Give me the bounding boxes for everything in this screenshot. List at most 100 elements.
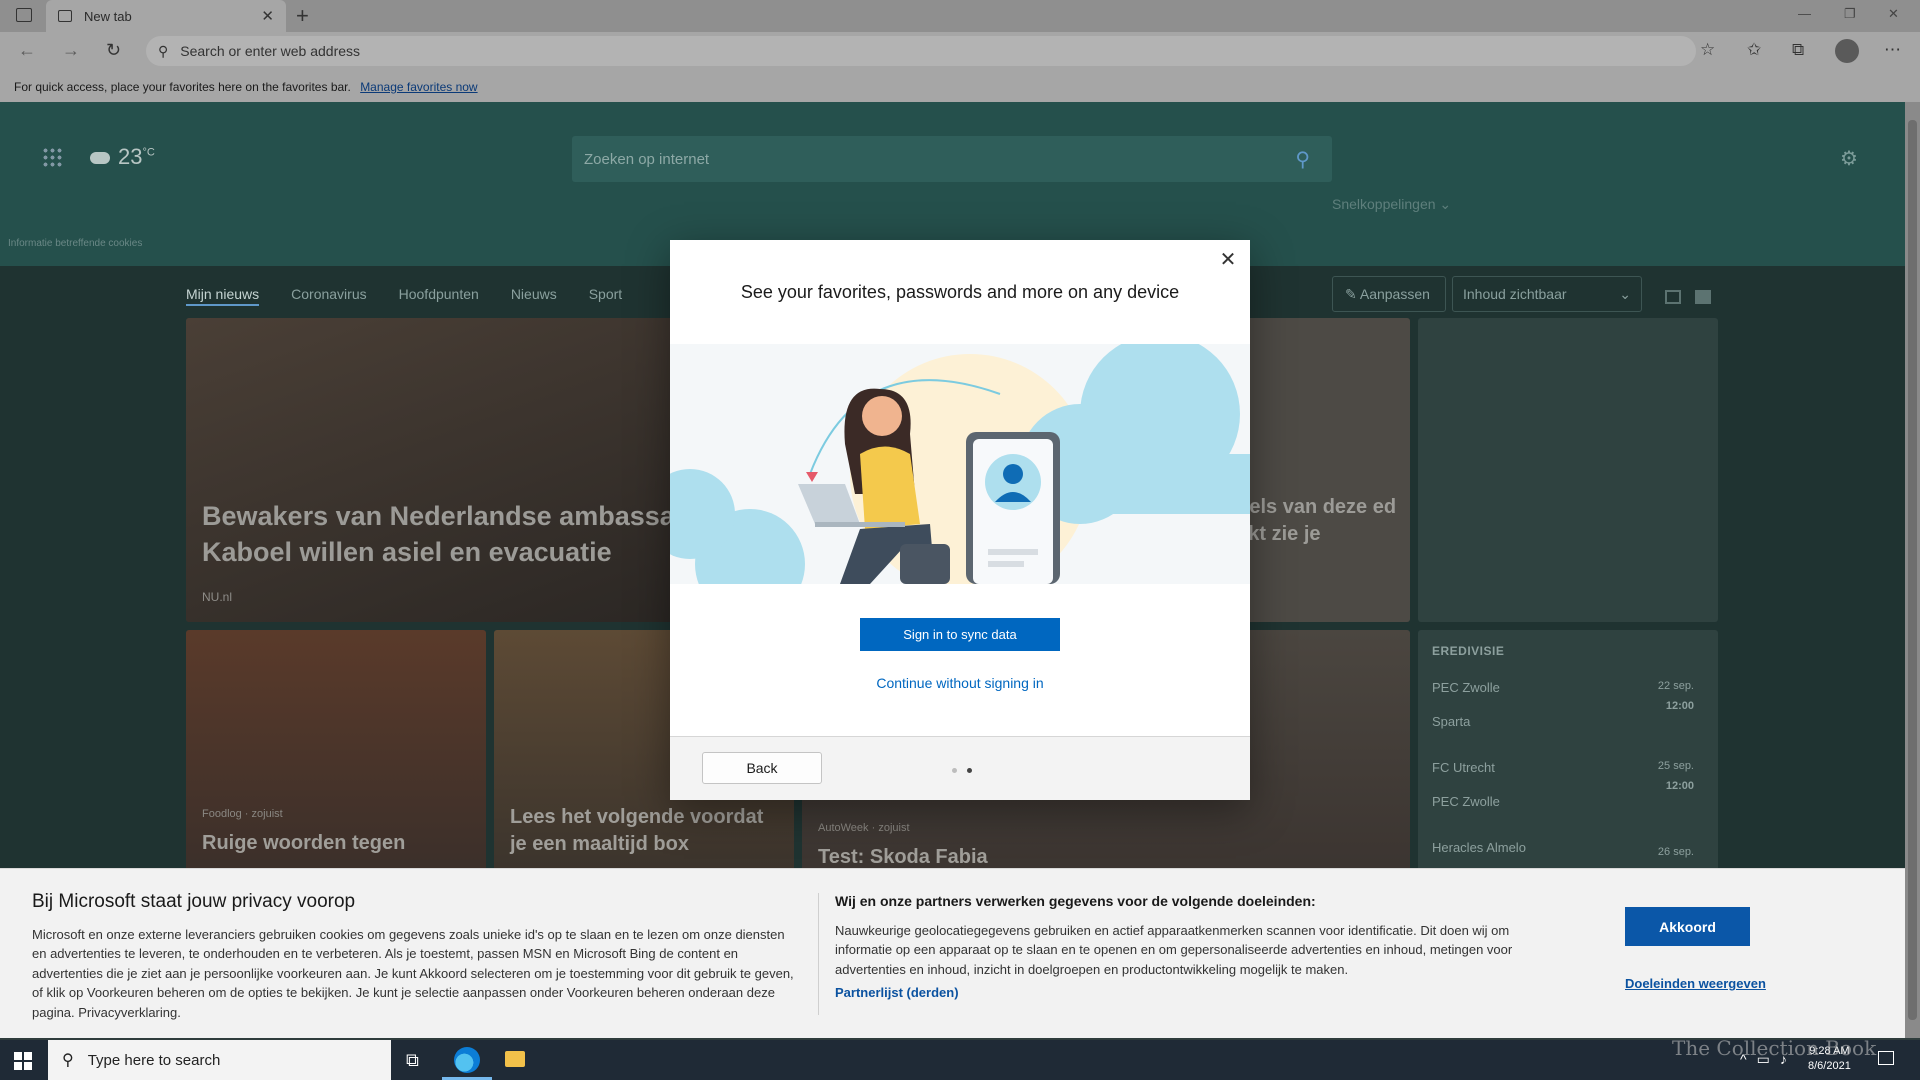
content-select-value: Inhoud zichtbaar <box>1463 286 1567 302</box>
news-tabs: Mijn nieuws Coronavirus Hoofdpunten Nieu… <box>186 286 622 306</box>
customize-label: Aanpassen <box>1359 286 1430 302</box>
clock-date: 8/6/2021 <box>1808 1060 1851 1072</box>
sync-illustration <box>670 344 1250 584</box>
hero-source: NU.nl <box>202 590 233 604</box>
team-name: Sparta <box>1432 714 1471 729</box>
league-title: EREDIVISIE <box>1432 644 1505 658</box>
content-visibility-select[interactable]: Inhoud zichtbaar ⌄ <box>1452 276 1642 312</box>
side-article-title: ebels van deze ed kijkt zie je <box>1226 496 1397 545</box>
weather-widget[interactable]: 23°C <box>90 144 155 170</box>
team-name: Heracles Almelo <box>1432 840 1526 855</box>
search-icon[interactable]: ⚲ <box>1295 147 1310 172</box>
task-view-icon[interactable]: ⧉ <box>406 1050 419 1071</box>
accept-button[interactable]: Akkoord <box>1625 907 1750 946</box>
match-away[interactable]: Sparta 12:00 <box>1432 700 1704 732</box>
card-title: Test: Skoda Fabia <box>818 846 988 868</box>
windows-start-icon[interactable] <box>14 1052 32 1070</box>
partner-list-link[interactable]: Partnerlijst (derden) <box>835 985 959 1000</box>
privacy-body: Microsoft en onze externe leveranciers g… <box>32 927 794 1020</box>
match-home[interactable]: FC Utrecht 25 sep. <box>1432 760 1704 778</box>
new-tab-button[interactable]: + <box>296 3 309 29</box>
shortcuts-toggle[interactable]: Snelkoppelingen ⌄ <box>1332 196 1451 213</box>
notification-icon[interactable] <box>1878 1051 1894 1065</box>
partners-body: Nauwkeurige geolocatiegegevens gebruiken… <box>835 923 1513 977</box>
sign-in-sync-button[interactable]: Sign in to sync data <box>860 618 1060 651</box>
gear-icon[interactable]: ⚙ <box>1840 146 1858 171</box>
address-placeholder: Search or enter web address <box>180 43 361 59</box>
watermark: The Collection Book <box>1672 1036 1877 1060</box>
match-time: 12:00 <box>1665 700 1694 712</box>
taskbar-search-placeholder: Type here to search <box>87 1051 221 1069</box>
web-search-placeholder: Zoeken op internet <box>584 150 710 168</box>
file-explorer-icon[interactable] <box>505 1051 525 1067</box>
edge-browser-icon[interactable] <box>454 1047 480 1073</box>
tab-nieuws[interactable]: Nieuws <box>511 286 557 306</box>
match-time: 12:00 <box>1665 780 1694 792</box>
tab-mijn-nieuws[interactable]: Mijn nieuws <box>186 286 260 306</box>
tab-page-icon <box>58 10 72 22</box>
tab-title: New tab <box>84 8 132 24</box>
dialog-title: See your favorites, passwords and more o… <box>740 282 1180 302</box>
match-date: 26 sep. <box>1657 846 1694 858</box>
grid-view-icon[interactable] <box>1665 290 1681 304</box>
forward-arrow-icon[interactable]: → <box>62 40 80 61</box>
card-source: Foodlog · zojuist <box>202 808 283 820</box>
sync-dialog: ✕ See your favorites, passwords and more… <box>670 240 1250 800</box>
scrollbar-thumb[interactable] <box>1908 120 1917 1020</box>
minimize-icon[interactable]: — <box>1798 6 1811 21</box>
restore-icon[interactable]: ❐ <box>1844 6 1856 22</box>
match-home[interactable]: PEC Zwolle 22 sep. <box>1432 680 1704 698</box>
app-launcher-icon[interactable] <box>42 147 62 167</box>
dialog-footer: Back <box>670 736 1250 800</box>
continue-without-signin-link[interactable]: Continue without signing in <box>670 675 1250 691</box>
pencil-icon: ✎ <box>1345 286 1357 302</box>
card-title: Ruige woorden tegen <box>202 832 406 854</box>
back-arrow-icon[interactable]: ← <box>18 40 36 61</box>
search-icon: ⚲ <box>62 1052 74 1069</box>
close-icon[interactable]: ✕ <box>1218 250 1238 270</box>
taskbar-search[interactable]: ⚲ Type here to search <box>48 1040 391 1080</box>
article-card[interactable]: Foodlog · zojuist Ruige woorden tegen <box>186 630 486 880</box>
collections-icon[interactable]: ⧉ <box>1792 40 1804 60</box>
card-source: AutoWeek · zojuist <box>818 822 910 834</box>
team-name: PEC Zwolle <box>1432 794 1500 809</box>
tab-sport[interactable]: Sport <box>589 286 622 306</box>
match-away[interactable]: PEC Zwolle 12:00 <box>1432 780 1704 812</box>
list-view-icon[interactable] <box>1695 290 1711 304</box>
favorites-icon[interactable]: ✩ <box>1747 40 1761 60</box>
tab-actions-icon[interactable] <box>16 8 32 22</box>
step-dot <box>952 768 957 773</box>
favorites-bar-text: For quick access, place your favorites h… <box>14 80 351 94</box>
chevron-down-icon: ⌄ <box>1619 286 1631 302</box>
refresh-icon[interactable]: ↻ <box>106 40 121 61</box>
favorites-bar: For quick access, place your favorites h… <box>0 72 1920 102</box>
address-search-icon: ⚲ <box>158 42 169 59</box>
privacy-banner: Bij Microsoft staat jouw privacy voorop … <box>0 868 1905 1038</box>
page-scrollbar[interactable] <box>1905 102 1920 1038</box>
show-purposes-link[interactable]: Doeleinden weergeven <box>1625 976 1766 991</box>
web-search-box[interactable]: Zoeken op internet ⚲ <box>572 136 1332 182</box>
tab-close-icon[interactable]: ✕ <box>261 7 274 25</box>
widget-placeholder <box>1418 318 1718 622</box>
tab-new-tab[interactable]: New tab ✕ <box>46 0 286 32</box>
cookie-info-link[interactable]: Informatie betreffende cookies <box>8 238 142 249</box>
match-home[interactable]: Heracles Almelo 26 sep. <box>1432 840 1704 858</box>
more-menu-icon[interactable]: ⋯ <box>1884 40 1901 60</box>
shortcuts-label: Snelkoppelingen <box>1332 196 1436 212</box>
close-window-icon[interactable]: ✕ <box>1888 6 1899 22</box>
step-dot-active <box>967 768 972 773</box>
privacy-divider <box>818 893 819 1015</box>
manage-favorites-link[interactable]: Manage favorites now <box>360 80 477 94</box>
back-button[interactable]: Back <box>702 752 822 784</box>
taskbar: ⚲ Type here to search ⧉ ^▭♪ 9:28 AM 8/6/… <box>0 1040 1920 1080</box>
tab-coronavirus[interactable]: Coronavirus <box>291 286 366 306</box>
privacy-title: Bij Microsoft staat jouw privacy voorop <box>32 891 356 912</box>
temperature-unit: °C <box>142 146 155 159</box>
address-bar[interactable]: ⚲ Search or enter web address <box>146 36 1696 66</box>
match-date: 25 sep. <box>1657 760 1694 772</box>
tab-hoofdpunten[interactable]: Hoofdpunten <box>399 286 479 306</box>
profile-avatar[interactable] <box>1835 39 1859 63</box>
customize-button[interactable]: ✎ Aanpassen <box>1332 276 1446 312</box>
step-indicator <box>952 768 972 773</box>
add-favorite-icon[interactable]: ☆ <box>1700 40 1715 60</box>
